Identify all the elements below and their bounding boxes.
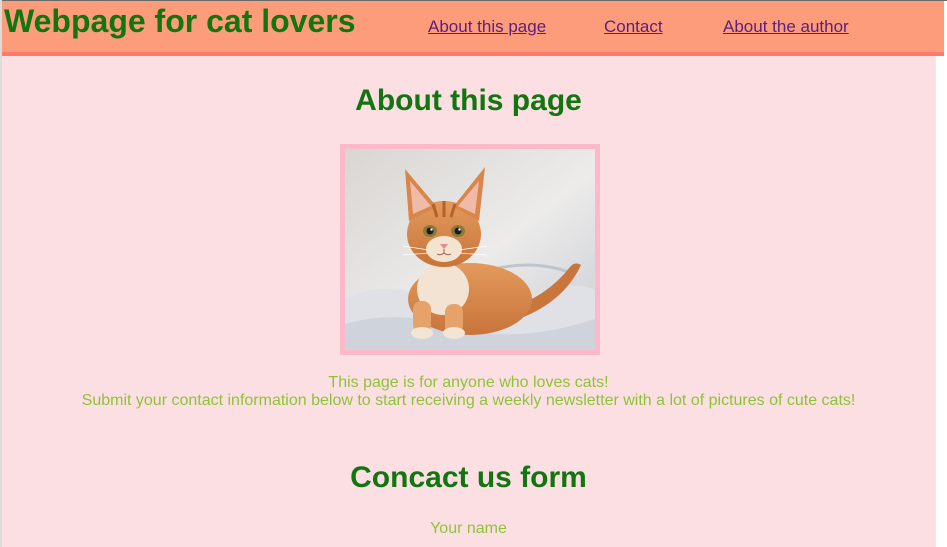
nav-link-contact[interactable]: Contact [604, 17, 663, 37]
scrollbar-track[interactable] [935, 56, 947, 547]
browser-viewport: Webpage for cat lovers About this page C… [0, 0, 947, 547]
nav-link-about-author[interactable]: About the author [723, 17, 849, 37]
cat-photo-frame [340, 144, 600, 355]
intro-line-2: Submit your contact information below to… [81, 392, 856, 409]
site-header: Webpage for cat lovers About this page C… [2, 1, 944, 56]
your-name-label: Your name [430, 520, 507, 537]
about-heading: About this page [355, 84, 582, 117]
nav-link-about-page[interactable]: About this page [428, 17, 546, 37]
site-title: Webpage for cat lovers [4, 3, 356, 39]
contact-form-heading: Concact us form [350, 461, 587, 494]
cat-photo-icon [345, 149, 595, 350]
main-content: About this page This page is for anyone … [2, 56, 935, 547]
intro-line-1: This page is for anyone who loves cats! [328, 374, 609, 391]
